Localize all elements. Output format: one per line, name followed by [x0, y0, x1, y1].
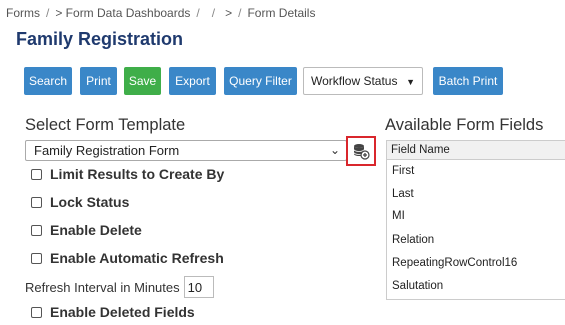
- lock-status-option[interactable]: Lock Status: [31, 193, 129, 211]
- enable-delete-option[interactable]: Enable Delete: [31, 221, 142, 239]
- available-form-fields-heading: Available Form Fields: [385, 116, 544, 134]
- form-fields-list: Field Name First Last MI Relation Repeat…: [386, 140, 565, 300]
- enable-delete-label: Enable Delete: [50, 222, 142, 238]
- limit-results-label: Limit Results to Create By: [50, 166, 225, 182]
- list-item[interactable]: First: [392, 165, 414, 177]
- list-item[interactable]: Relation: [392, 234, 434, 246]
- enable-auto-refresh-option[interactable]: Enable Automatic Refresh: [31, 249, 224, 267]
- enable-auto-refresh-checkbox[interactable]: [31, 252, 42, 264]
- query-filter-button[interactable]: Query Filter: [224, 67, 297, 95]
- breadcrumb-form-details: Form Details: [247, 6, 316, 20]
- search-button[interactable]: Search: [24, 67, 72, 95]
- breadcrumb-form-data-dashboards[interactable]: > Form Data Dashboards: [55, 6, 190, 20]
- enable-deleted-fields-label: Enable Deleted Fields: [50, 304, 195, 320]
- enable-deleted-fields-option[interactable]: Enable Deleted Fields: [31, 303, 195, 321]
- breadcrumb: Forms / > Form Data Dashboards / / > / Form De…: [6, 6, 315, 20]
- list-item[interactable]: Salutation: [392, 280, 443, 292]
- batch-print-button[interactable]: Batch Print: [433, 67, 503, 95]
- workflow-status-select[interactable]: Workflow Status ▼: [303, 67, 423, 95]
- breadcrumb-separator: /: [46, 6, 50, 20]
- breadcrumb-arrow: >: [225, 6, 233, 20]
- breadcrumb-separator: /: [196, 6, 200, 20]
- refresh-interval-label: Refresh Interval in Minutes: [25, 279, 180, 295]
- export-button[interactable]: Export: [169, 67, 216, 95]
- workflow-status-label: Workflow Status: [311, 74, 398, 88]
- lock-status-label: Lock Status: [50, 194, 130, 210]
- caret-down-icon: ▼: [406, 77, 415, 87]
- form-template-select[interactable]: Family Registration Form ⌄: [25, 140, 347, 161]
- enable-delete-checkbox[interactable]: [31, 224, 42, 236]
- list-item[interactable]: MI: [392, 210, 405, 222]
- save-button[interactable]: Save: [124, 67, 161, 95]
- print-button[interactable]: Print: [80, 67, 117, 95]
- list-item[interactable]: Last: [392, 188, 414, 200]
- enable-deleted-fields-checkbox[interactable]: [31, 306, 42, 318]
- refresh-interval-input[interactable]: [183, 276, 214, 298]
- field-name-column-header[interactable]: Field Name: [387, 141, 565, 160]
- page-title: Family Registration: [16, 29, 184, 49]
- list-item[interactable]: RepeatingRowControl16: [392, 257, 517, 269]
- breadcrumb-separator: /: [238, 6, 242, 20]
- refresh-interval-row: Refresh Interval in Minutes: [25, 276, 214, 298]
- form-template-value: Family Registration Form: [34, 143, 180, 158]
- lock-status-checkbox[interactable]: [31, 196, 42, 208]
- add-database-button[interactable]: [346, 136, 376, 166]
- limit-results-checkbox[interactable]: [31, 168, 42, 180]
- database-add-icon: [353, 144, 370, 160]
- breadcrumb-forms[interactable]: Forms: [6, 6, 40, 20]
- limit-results-option[interactable]: Limit Results to Create By: [31, 165, 224, 183]
- chevron-down-icon: ⌄: [329, 143, 340, 157]
- select-form-template-heading: Select Form Template: [25, 116, 186, 134]
- breadcrumb-separator: /: [211, 6, 216, 20]
- enable-auto-refresh-label: Enable Automatic Refresh: [50, 250, 224, 266]
